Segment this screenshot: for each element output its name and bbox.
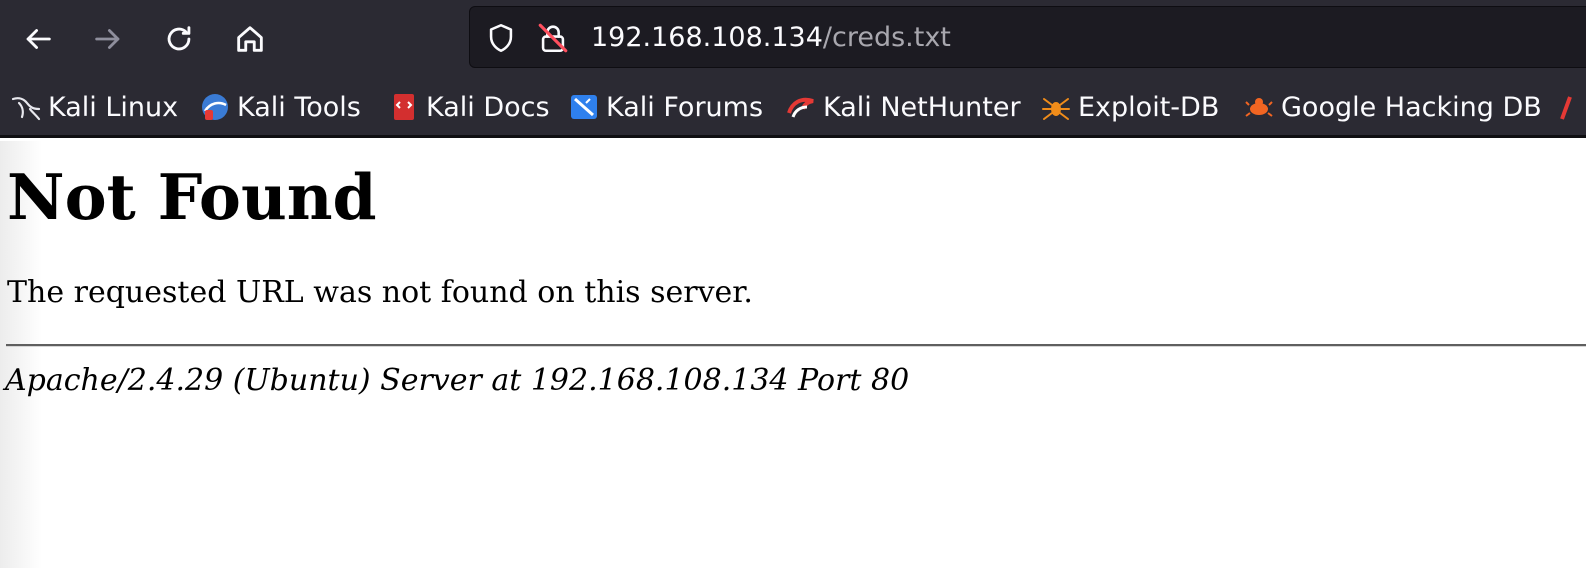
- kali-forums-icon: [571, 95, 597, 119]
- forward-arrow-icon: [95, 29, 120, 49]
- shield-icon[interactable]: [484, 21, 518, 55]
- url-host: 192.168.108.134: [591, 22, 823, 53]
- bookmark-label: Kali Tools: [237, 91, 361, 123]
- kali-nethunter-icon: [787, 97, 814, 118]
- bookmark-label: Kali NetHunter: [823, 91, 1021, 123]
- kali-tools-icon: [202, 94, 228, 120]
- bookmark-kali-docs[interactable]: Kali Docs: [388, 88, 550, 126]
- kali-dragon-icon: [11, 97, 41, 121]
- bookmark-kali-tools[interactable]: Kali Tools: [199, 88, 361, 126]
- exploit-db-icon: [1042, 98, 1070, 120]
- bookmark-label: Exploit-DB: [1078, 91, 1220, 123]
- bookmark-kali-linux[interactable]: Kali Linux: [10, 88, 178, 126]
- bookmark-exploit-db[interactable]: Exploit-DB: [1040, 88, 1219, 126]
- bookmark-label: Kali Forums: [606, 91, 764, 123]
- bookmark-label: Kali Docs: [426, 91, 550, 123]
- back-button[interactable]: [16, 17, 60, 61]
- page-content: Not Found The requested URL was not foun…: [0, 141, 1586, 568]
- bookmark-partial-icon: [1560, 96, 1572, 120]
- bookmark-overflow[interactable]: [1556, 88, 1586, 126]
- bookmark-kali-nethunter[interactable]: Kali NetHunter: [785, 88, 1021, 126]
- ghdb-icon: [1245, 98, 1273, 117]
- bookmark-kali-forums[interactable]: Kali Forums: [568, 88, 763, 126]
- server-signature: Apache/2.4.29 (Ubuntu) Server at 192.168…: [5, 363, 910, 398]
- home-icon: [237, 26, 263, 52]
- reload-button[interactable]: [157, 17, 201, 61]
- address-bar[interactable]: 192.168.108.134/creds.txt: [469, 6, 1586, 68]
- url-path: /creds.txt: [822, 22, 951, 53]
- reload-icon: [167, 26, 191, 51]
- browser-toolbar: 192.168.108.134/creds.txt: [0, 0, 1586, 78]
- page-title: Not Found: [7, 160, 377, 234]
- bookmarks-toolbar: Kali Linux Kali Tools Kali Docs Kali For…: [0, 78, 1586, 138]
- insecure-lock-icon[interactable]: [536, 21, 570, 55]
- error-message: The requested URL was not found on this …: [7, 275, 753, 310]
- forward-button[interactable]: [86, 17, 130, 61]
- url-text[interactable]: 192.168.108.134/creds.txt: [591, 21, 951, 55]
- bookmark-label: Google Hacking DB: [1281, 91, 1542, 123]
- bookmark-google-hacking-db[interactable]: Google Hacking DB: [1243, 88, 1542, 126]
- horizontal-rule: [6, 344, 1586, 347]
- back-arrow-icon: [26, 29, 51, 49]
- home-button[interactable]: [228, 17, 272, 61]
- bookmark-label: Kali Linux: [48, 91, 179, 123]
- kali-docs-icon: [394, 94, 414, 120]
